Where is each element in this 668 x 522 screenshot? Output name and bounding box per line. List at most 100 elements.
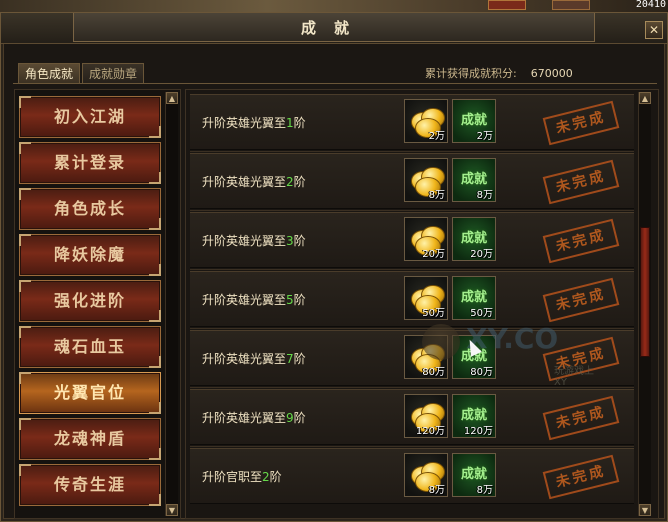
achievement-points-reward[interactable]: 成就 120万 xyxy=(452,394,496,438)
achievement-suffix: 阶 xyxy=(293,234,306,248)
gold-reward[interactable]: 8万 xyxy=(404,453,448,497)
category-button[interactable]: 初入江湖 xyxy=(19,96,161,138)
achievement-text: 升阶英雄光翼至 xyxy=(202,116,287,130)
gold-amount: 8万 xyxy=(428,190,445,201)
gold-amount: 8万 xyxy=(428,485,445,496)
gold-reward[interactable]: 120万 xyxy=(404,394,448,438)
achievement-badge-icon: 成就 xyxy=(460,172,487,187)
points-amount: 120万 xyxy=(463,426,493,437)
category-button[interactable]: 角色成长 xyxy=(19,188,161,230)
title-bar: 成就 ✕ xyxy=(1,13,667,44)
status-stamp: 未完成 xyxy=(542,395,620,441)
achievement-suffix: 阶 xyxy=(293,116,306,130)
points-value: 670000 xyxy=(530,67,573,80)
gold-amount: 2万 xyxy=(428,131,445,142)
achievement-points-reward[interactable]: 成就 2万 xyxy=(452,99,496,143)
site-watermark: XY.CO 玩游戏上XY xyxy=(422,318,602,388)
achievement-window: 成就 ✕ 角色成就 成就勋章 累计获得成就积分: 670000 初入江湖 累计登录… xyxy=(0,12,668,522)
gold-reward[interactable]: 8万 xyxy=(404,158,448,202)
category-button[interactable]: 龙魂神盾 xyxy=(19,418,161,460)
category-list: 初入江湖 累计登录 角色成长 降妖除魔 强化进阶 魂石血玉 光翼官位 龙魂神盾 … xyxy=(14,89,181,519)
achievement-points-reward[interactable]: 成就 8万 xyxy=(452,453,496,497)
achievement-description: 升阶官职至2阶 xyxy=(202,468,282,485)
tab-divider xyxy=(13,83,657,84)
points-label: 累计获得成就积分: xyxy=(425,67,517,80)
top-menu-button[interactable] xyxy=(488,0,526,10)
gold-amount: 20万 xyxy=(422,249,445,260)
tab-character-achievements[interactable]: 角色成就 xyxy=(18,63,81,84)
achievement-description: 升阶英雄光翼至1阶 xyxy=(202,114,306,131)
scroll-up-icon[interactable]: ▲ xyxy=(166,92,178,104)
achievement-text: 升阶英雄光翼至 xyxy=(202,234,287,248)
watermark-subtext: 玩游戏上XY xyxy=(554,366,594,388)
window-title: 成就 xyxy=(300,19,367,37)
achievement-level: 2 xyxy=(262,470,270,484)
category-button[interactable]: 传奇生涯 xyxy=(19,464,161,506)
achievement-suffix: 阶 xyxy=(269,470,282,484)
achievement-badge-icon: 成就 xyxy=(460,231,487,246)
top-menu-button[interactable] xyxy=(552,0,590,10)
row-divider xyxy=(190,151,634,152)
achievement-description: 升阶英雄光翼至7阶 xyxy=(202,350,306,367)
achievement-level: 7 xyxy=(286,352,294,366)
scroll-down-icon[interactable]: ▼ xyxy=(639,504,651,516)
achievement-row: 升阶英雄光翼至1阶 2万 成就 2万 未完成 xyxy=(190,94,634,152)
achievement-points-reward[interactable]: 成就 8万 xyxy=(452,158,496,202)
row-divider xyxy=(190,446,634,447)
achievement-badge-icon: 成就 xyxy=(460,290,487,305)
achievement-level: 5 xyxy=(286,293,294,307)
status-stamp: 未完成 xyxy=(542,218,620,264)
status-stamp: 未完成 xyxy=(542,100,620,146)
points-amount: 8万 xyxy=(476,190,493,201)
achievement-points-reward[interactable]: 成就 50万 xyxy=(452,276,496,320)
row-divider xyxy=(190,210,634,211)
achievement-row: 升阶英雄光翼至2阶 8万 成就 8万 未完成 xyxy=(190,153,634,211)
achievement-text: 升阶英雄光翼至 xyxy=(202,352,287,366)
tab-achievement-medals[interactable]: 成就勋章 xyxy=(82,63,145,84)
gold-reward[interactable]: 50万 xyxy=(404,276,448,320)
gold-reward[interactable]: 20万 xyxy=(404,217,448,261)
category-button[interactable]: 强化进阶 xyxy=(19,280,161,322)
achievement-list: 升阶英雄光翼至1阶 2万 成就 2万 未完成 升阶英雄光翼至2阶 8万 成就 8… xyxy=(185,89,659,519)
row-divider xyxy=(190,269,634,270)
achievement-description: 升阶英雄光翼至2阶 xyxy=(202,173,306,190)
category-scrollbar[interactable]: ▲ ▼ xyxy=(165,92,178,516)
achievement-badge-icon: 成就 xyxy=(460,113,487,128)
gold-amount: 120万 xyxy=(415,426,445,437)
achievement-badge-icon: 成就 xyxy=(460,467,487,482)
achievement-level: 3 xyxy=(286,234,294,248)
category-button[interactable]: 魂石血玉 xyxy=(19,326,161,368)
category-button[interactable]: 降妖除魔 xyxy=(19,234,161,276)
owl-logo-icon xyxy=(422,324,460,360)
achievement-description: 升阶英雄光翼至3阶 xyxy=(202,232,306,249)
achievement-text: 升阶英雄光翼至 xyxy=(202,411,287,425)
achievement-text: 升阶官职至 xyxy=(202,470,263,484)
achievement-suffix: 阶 xyxy=(293,175,306,189)
achievement-suffix: 阶 xyxy=(293,352,306,366)
status-stamp: 未完成 xyxy=(542,454,620,500)
close-button[interactable]: ✕ xyxy=(645,21,663,39)
achievement-row: 升阶英雄光翼至3阶 20万 成就 20万 未完成 xyxy=(190,212,634,270)
achievement-suffix: 阶 xyxy=(293,411,306,425)
status-stamp: 未完成 xyxy=(542,277,620,323)
achievement-text: 升阶英雄光翼至 xyxy=(202,293,287,307)
category-button[interactable]: 累计登录 xyxy=(19,142,161,184)
points-amount: 50万 xyxy=(470,308,493,319)
scroll-up-icon[interactable]: ▲ xyxy=(639,92,651,104)
achievement-text: 升阶英雄光翼至 xyxy=(202,175,287,189)
achievement-points-reward[interactable]: 成就 20万 xyxy=(452,217,496,261)
game-top-strip: 20410 xyxy=(0,0,668,12)
category-button-selected[interactable]: 光翼官位 xyxy=(19,372,161,414)
achievement-row: 升阶官职至2阶 8万 成就 8万 未完成 xyxy=(190,448,634,504)
top-score: 20410 xyxy=(635,0,666,10)
achievement-scrollbar[interactable]: ▲ ▼ xyxy=(638,92,651,516)
achievement-description: 升阶英雄光翼至9阶 xyxy=(202,409,306,426)
scrollbar-thumb[interactable] xyxy=(640,227,650,357)
achievement-row: 升阶英雄光翼至9阶 120万 成就 120万 未完成 xyxy=(190,389,634,447)
achievement-badge-icon: 成就 xyxy=(460,408,487,423)
achievement-description: 升阶英雄光翼至5阶 xyxy=(202,291,306,308)
scroll-down-icon[interactable]: ▼ xyxy=(166,504,178,516)
points-amount: 20万 xyxy=(470,249,493,260)
status-stamp: 未完成 xyxy=(542,159,620,205)
gold-reward[interactable]: 2万 xyxy=(404,99,448,143)
